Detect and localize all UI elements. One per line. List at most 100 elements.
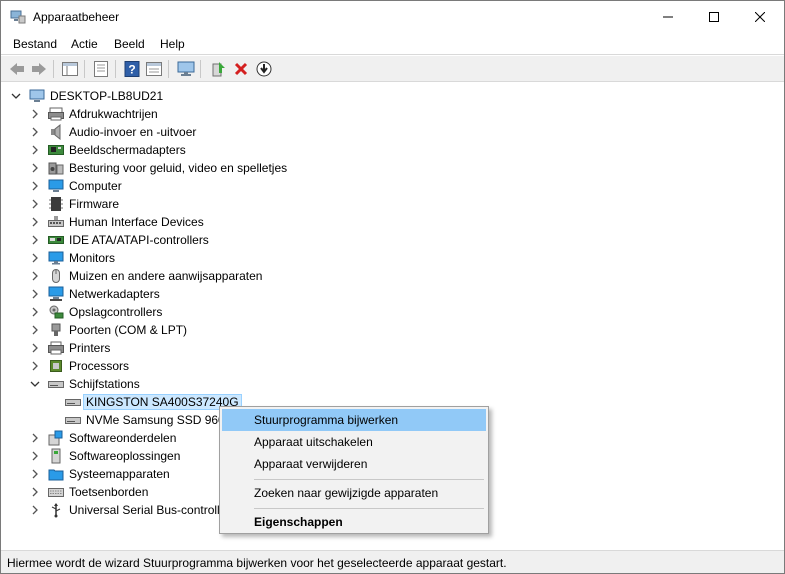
tree-category-label: Opslagcontrollers — [69, 305, 163, 319]
chevron-right-icon[interactable] — [30, 109, 40, 119]
chevron-right-icon[interactable] — [30, 361, 40, 371]
context-disable-device[interactable]: Apparaat uitschakelen — [222, 431, 486, 453]
chevron-right-icon[interactable] — [30, 217, 40, 227]
hid-icon — [48, 214, 64, 230]
tree-category[interactable]: Universal Serial Bus-controllers — [30, 501, 236, 519]
tree-category[interactable]: Poorten (COM & LPT) — [30, 321, 187, 339]
sound-controller-icon — [48, 160, 64, 176]
tree-category-label: Schijfstations — [69, 377, 140, 391]
tree-category-label: Processors — [69, 359, 130, 373]
tree-category-label: Toetsenborden — [69, 485, 149, 499]
show-hidden-icon[interactable] — [144, 59, 164, 79]
tree-category[interactable]: Computer — [30, 177, 122, 195]
chevron-right-icon[interactable] — [30, 307, 40, 317]
update-driver-icon[interactable] — [208, 59, 228, 79]
tree-category[interactable]: Monitors — [30, 249, 115, 267]
tree-category[interactable]: Softwareonderdelen — [30, 429, 176, 447]
tree-category[interactable]: Opslagcontrollers — [30, 303, 162, 321]
tree-category-label: Beeldschermadapters — [69, 143, 186, 157]
tree-category[interactable]: Human Interface Devices — [30, 213, 204, 231]
close-button[interactable] — [737, 1, 783, 33]
tree-category-label: Human Interface Devices — [69, 215, 204, 229]
tree-category[interactable]: Schijfstations — [30, 375, 140, 393]
context-update-driver[interactable]: Stuurprogramma bijwerken — [222, 409, 486, 431]
chevron-right-icon[interactable] — [30, 343, 40, 353]
chevron-right-icon[interactable] — [30, 271, 40, 281]
tree-category[interactable]: Processors — [30, 357, 129, 375]
computer-icon — [29, 88, 45, 104]
toolbar-separator — [115, 60, 116, 78]
tree-category-label: Softwareoplossingen — [69, 449, 181, 463]
processor-icon — [48, 358, 64, 374]
chevron-right-icon[interactable] — [30, 127, 40, 137]
chevron-right-icon[interactable] — [30, 199, 40, 209]
mouse-icon — [48, 268, 64, 284]
maximize-button[interactable] — [691, 1, 737, 33]
chevron-right-icon[interactable] — [30, 487, 40, 497]
chevron-down-icon[interactable] — [30, 379, 40, 389]
chevron-right-icon[interactable] — [30, 145, 40, 155]
chevron-right-icon[interactable] — [30, 325, 40, 335]
tree-category[interactable]: Muizen en andere aanwijsapparaten — [30, 267, 262, 285]
firmware-icon — [48, 196, 64, 212]
help-icon[interactable]: ? — [122, 59, 142, 79]
tree-device[interactable]: NVMe Samsung SSD 960 — [65, 411, 225, 429]
chevron-down-icon[interactable] — [11, 91, 21, 101]
svg-text:?: ? — [128, 63, 135, 77]
tree-category[interactable]: Netwerkadapters — [30, 285, 160, 303]
context-separator — [254, 508, 484, 509]
tree-category-label: Computer — [69, 179, 122, 193]
context-menu: Stuurprogramma bijwerken Apparaat uitsch… — [219, 406, 489, 534]
tree-category[interactable]: Softwareoplossingen — [30, 447, 180, 465]
tree-category-label: Afdrukwachtrijen — [69, 107, 158, 121]
tree-category-label: Poorten (COM & LPT) — [69, 323, 188, 337]
device-list-icon[interactable] — [91, 59, 111, 79]
tree-device[interactable]: KINGSTON SA400S37240G — [65, 393, 242, 411]
tree-category[interactable]: Audio-invoer en -uitvoer — [30, 123, 196, 141]
tree-category[interactable]: IDE ATA/ATAPI-controllers — [30, 231, 209, 249]
toolbar: ? — [1, 56, 784, 82]
menu-actie[interactable]: Actie — [71, 37, 98, 51]
tree-category-label: Systeemapparaten — [69, 467, 170, 481]
monitor-scan-icon[interactable] — [176, 59, 196, 79]
chevron-right-icon[interactable] — [30, 289, 40, 299]
tree-category[interactable]: Beeldschermadapters — [30, 141, 186, 159]
uninstall-icon[interactable] — [231, 59, 251, 79]
chevron-right-icon[interactable] — [30, 181, 40, 191]
printer-queue-icon — [48, 106, 64, 122]
properties-pane-icon[interactable] — [60, 59, 80, 79]
forward-icon[interactable] — [29, 59, 49, 79]
port-icon — [48, 322, 64, 338]
tree-category[interactable]: Firmware — [30, 195, 119, 213]
chevron-right-icon[interactable] — [30, 235, 40, 245]
chevron-right-icon[interactable] — [30, 505, 40, 515]
chevron-right-icon[interactable] — [30, 253, 40, 263]
tree-category[interactable]: Systeemapparaten — [30, 465, 170, 483]
chevron-right-icon[interactable] — [30, 433, 40, 443]
tree-category[interactable]: Toetsenborden — [30, 483, 148, 501]
back-icon[interactable] — [7, 59, 27, 79]
tree-category[interactable]: Besturing voor geluid, video en spelletj… — [30, 159, 287, 177]
chevron-right-icon[interactable] — [30, 163, 40, 173]
status-text: Hiermee wordt de wizard Stuurprogramma b… — [7, 556, 507, 570]
menu-beeld[interactable]: Beeld — [114, 37, 145, 51]
tree-root-label: DESKTOP-LB8UD21 — [50, 89, 164, 103]
title-bar: Apparaatbeheer — [1, 1, 784, 33]
minimize-button[interactable] — [645, 1, 691, 33]
tree-category[interactable]: Afdrukwachtrijen — [30, 105, 158, 123]
context-scan-hardware[interactable]: Zoeken naar gewijzigde apparaten — [222, 482, 486, 504]
tree-category-label: IDE ATA/ATAPI-controllers — [69, 233, 209, 247]
download-icon[interactable] — [254, 59, 274, 79]
menu-help[interactable]: Help — [160, 37, 185, 51]
context-properties[interactable]: Eigenschappen — [222, 511, 486, 533]
status-bar: Hiermee wordt de wizard Stuurprogramma b… — [1, 550, 784, 573]
menu-bestand[interactable]: Bestand — [13, 37, 57, 51]
context-separator — [254, 479, 484, 480]
context-uninstall-device[interactable]: Apparaat verwijderen — [222, 453, 486, 475]
tree-category-label: Audio-invoer en -uitvoer — [69, 125, 197, 139]
device-manager-window: Apparaatbeheer Bestand Actie Beeld Help — [0, 0, 785, 574]
chevron-right-icon[interactable] — [30, 451, 40, 461]
chevron-right-icon[interactable] — [30, 469, 40, 479]
tree-root[interactable]: DESKTOP-LB8UD21 — [11, 87, 163, 105]
tree-category[interactable]: Printers — [30, 339, 110, 357]
